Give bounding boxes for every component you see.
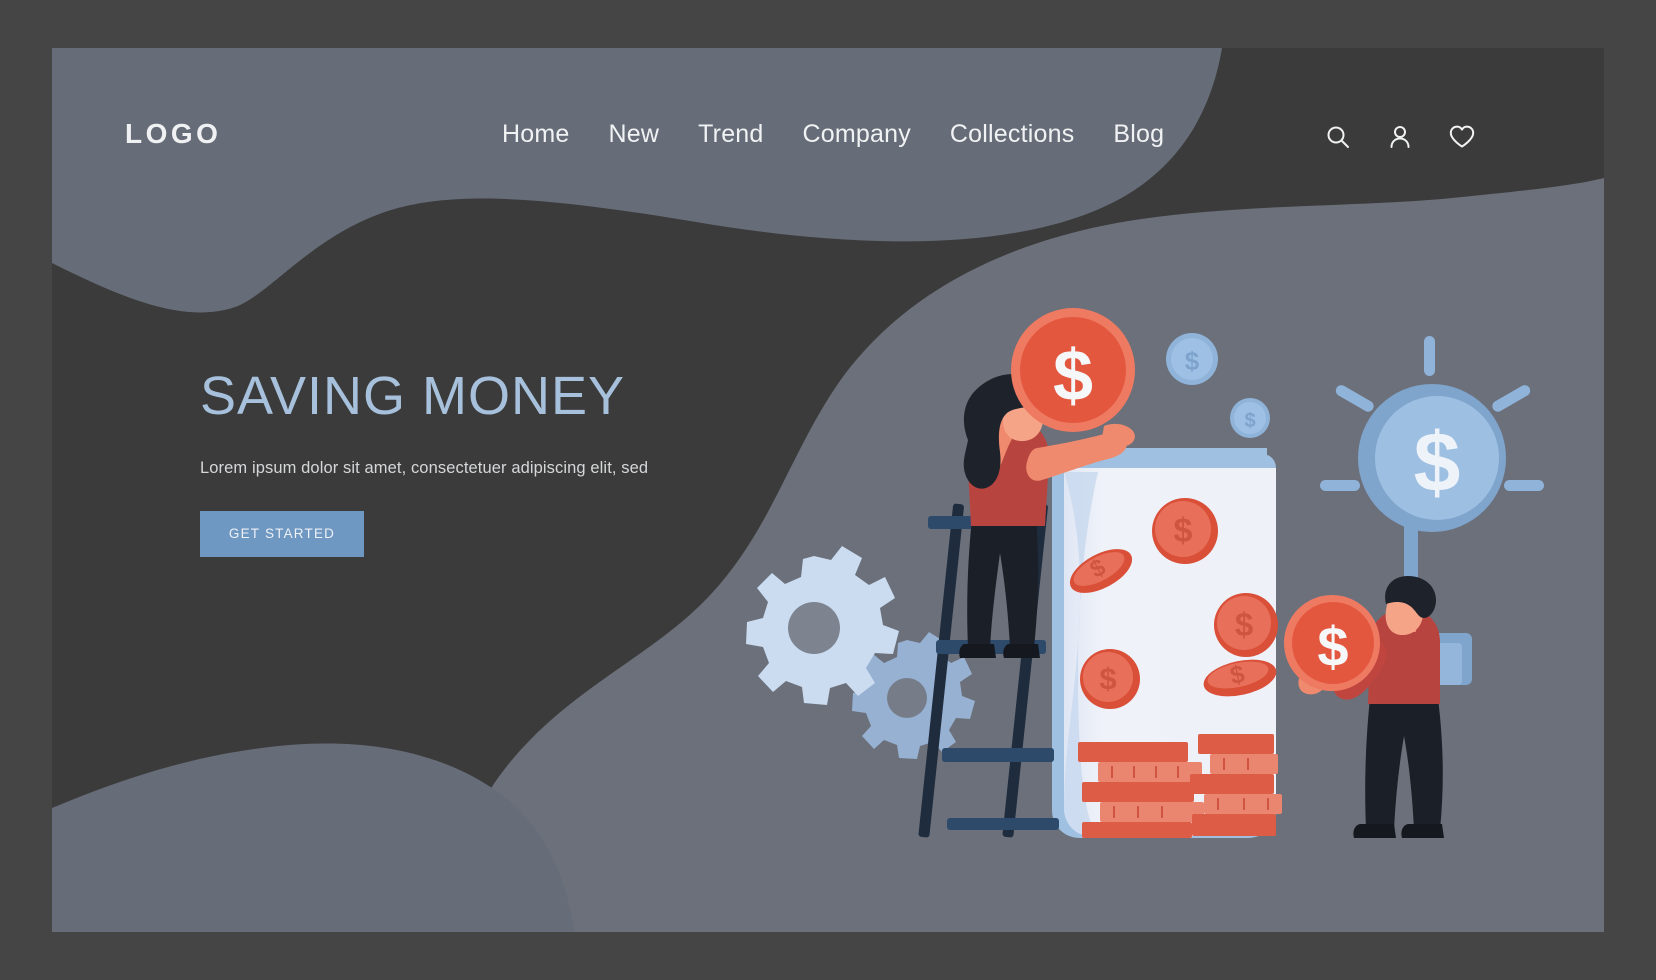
nav-item-trend[interactable]: Trend [698,120,763,149]
page-canvas: $ $ $ $ $ $ $ $ $ $ LOGO Home New Trend … [52,48,1604,932]
header-icon-group [1321,120,1479,154]
get-started-button[interactable]: GET STARTED [200,510,364,557]
svg-text:$: $ [1099,661,1116,696]
svg-text:$: $ [1317,615,1348,678]
man-with-coin: $ [1284,576,1444,838]
floating-blue-coins: $ $ [1166,333,1270,438]
heart-icon[interactable] [1445,120,1479,154]
svg-text:$: $ [1414,415,1461,509]
nav-item-collections[interactable]: Collections [950,120,1074,149]
hero-subtitle: Lorem ipsum dolor sit amet, consectetuer… [200,458,649,477]
svg-text:$: $ [1174,512,1193,550]
page-title: SAVING MONEY [200,366,626,426]
svg-text:$: $ [1244,410,1255,432]
svg-text:$: $ [1235,606,1253,643]
logo[interactable]: LOGO [125,118,221,150]
money-jar: $ $ $ $ $ [1052,448,1282,838]
svg-text:$: $ [1185,346,1200,376]
hero-section: SAVING MONEY Lorem ipsum dolor sit amet,… [200,368,720,557]
big-coin-top: $ [1011,308,1135,432]
nav-item-company[interactable]: Company [803,120,911,149]
coin-stacks [1078,734,1282,838]
search-icon[interactable] [1321,120,1355,154]
user-icon[interactable] [1383,120,1417,154]
site-header: LOGO Home New Trend Company Collections … [52,48,1604,228]
nav-item-blog[interactable]: Blog [1113,120,1164,149]
main-navigation: Home New Trend Company Collections Blog [502,120,1164,149]
svg-text:$: $ [1053,336,1093,416]
nav-item-new[interactable]: New [609,120,660,149]
nav-item-home[interactable]: Home [502,120,570,149]
